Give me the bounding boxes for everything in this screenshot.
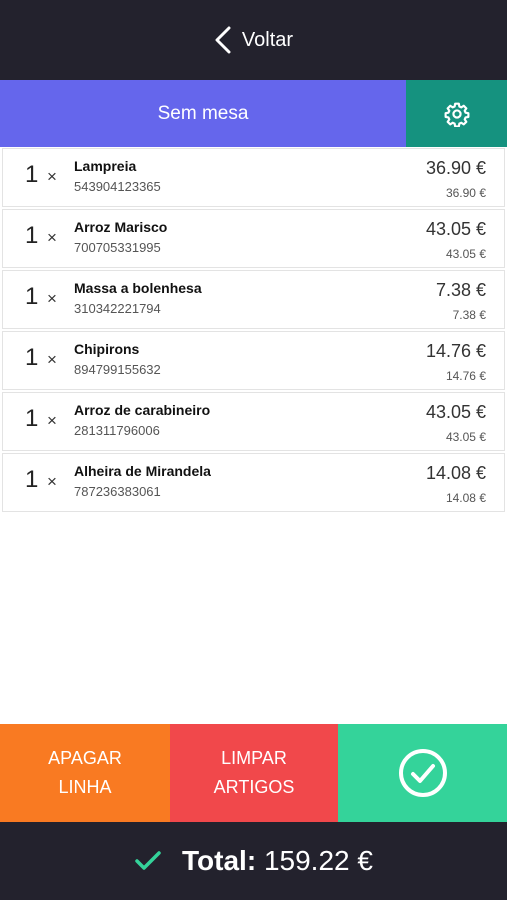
order-items-list: 1 × Lampreia 543904123365 36.90 € 36.90 € 1 × Ar… bbox=[0, 147, 507, 512]
times-symbol: × bbox=[47, 228, 57, 247]
item-name: Alheira de Mirandela bbox=[74, 463, 211, 479]
item-unit-price: 14.76 € bbox=[445, 369, 486, 383]
table-row[interactable]: 1 × Lampreia 543904123365 36.90 € 36.90 € bbox=[2, 148, 505, 207]
item-code: 700705331995 bbox=[74, 240, 161, 255]
times-symbol: × bbox=[47, 472, 57, 491]
delete-line-label-2: LINHA bbox=[58, 777, 112, 797]
item-quantity: 1 bbox=[25, 283, 39, 310]
table-bar: Sem mesa bbox=[0, 80, 507, 147]
item-price: 14.76 € bbox=[425, 341, 486, 361]
item-unit-price: 43.05 € bbox=[445, 430, 486, 444]
item-price: 43.05 € bbox=[425, 219, 486, 239]
item-unit-price: 14.08 € bbox=[445, 491, 486, 505]
item-name: Massa a bolenhesa bbox=[74, 280, 202, 296]
item-name: Lampreia bbox=[74, 158, 137, 174]
table-row[interactable]: 1 × Chipirons 894799155632 14.76 € 14.76 € bbox=[2, 331, 505, 390]
item-unit-price: 7.38 € bbox=[452, 308, 486, 322]
clear-items-button[interactable]: LIMPAR ARTIGOS bbox=[170, 724, 338, 822]
item-name: Arroz Marisco bbox=[74, 219, 168, 235]
back-label: Voltar bbox=[241, 28, 294, 51]
check-icon bbox=[135, 851, 161, 870]
item-price: 14.08 € bbox=[425, 463, 486, 483]
times-symbol: × bbox=[47, 289, 57, 308]
back-button[interactable]: Voltar bbox=[214, 26, 293, 54]
clear-items-label-1: LIMPAR bbox=[221, 748, 287, 768]
item-code: 543904123365 bbox=[74, 179, 161, 194]
table-select-button[interactable]: Sem mesa bbox=[0, 80, 406, 147]
item-quantity: 1 bbox=[25, 405, 39, 432]
item-code: 281311796006 bbox=[74, 423, 160, 438]
item-unit-price: 36.90 € bbox=[445, 186, 486, 200]
item-code: 787236383061 bbox=[74, 484, 161, 499]
item-unit-price: 43.05 € bbox=[445, 247, 486, 261]
delete-line-button[interactable]: APAGAR LINHA bbox=[0, 724, 170, 822]
clear-items-label-2: ARTIGOS bbox=[213, 777, 295, 797]
item-quantity: 1 bbox=[25, 466, 39, 493]
table-label: Sem mesa bbox=[157, 102, 249, 124]
item-code: 894799155632 bbox=[74, 362, 161, 377]
item-name: Arroz de carabineiro bbox=[74, 402, 211, 418]
times-symbol: × bbox=[47, 167, 57, 186]
total-value: 159.22 € bbox=[263, 845, 373, 876]
item-quantity: 1 bbox=[25, 222, 39, 249]
chevron-left-icon bbox=[215, 26, 231, 54]
check-circle-icon bbox=[398, 749, 447, 797]
total-label: Total: bbox=[182, 845, 257, 876]
item-price: 43.05 € bbox=[425, 402, 486, 422]
item-quantity: 1 bbox=[25, 161, 39, 188]
table-row[interactable]: 1 × Arroz Marisco 700705331995 43.05 € 43.05 … bbox=[2, 209, 505, 268]
item-code: 310342221794 bbox=[74, 301, 161, 316]
item-quantity: 1 bbox=[25, 344, 39, 371]
delete-line-label-1: APAGAR bbox=[48, 748, 122, 768]
top-bar: Voltar bbox=[0, 0, 507, 80]
settings-button[interactable] bbox=[406, 80, 507, 147]
total-footer: Total: 159.22 € bbox=[0, 822, 507, 900]
table-row[interactable]: 1 × Massa a bolenhesa 310342221794 7.38 € 7.3… bbox=[2, 270, 505, 329]
times-symbol: × bbox=[47, 411, 57, 430]
action-bar: APAGAR LINHA LIMPAR ARTIGOS bbox=[0, 724, 507, 822]
item-price: 36.90 € bbox=[425, 158, 486, 178]
table-row[interactable]: 1 × Alheira de Mirandela 787236383061 14.08 … bbox=[2, 453, 505, 512]
gear-icon bbox=[444, 102, 469, 127]
table-row[interactable]: 1 × Arroz de carabineiro 281311796006 43.05 … bbox=[2, 392, 505, 451]
total-text: Total: 159.22 € bbox=[182, 845, 373, 877]
times-symbol: × bbox=[47, 350, 57, 369]
confirm-button[interactable] bbox=[338, 724, 507, 822]
item-price: 7.38 € bbox=[435, 280, 486, 300]
item-name: Chipirons bbox=[74, 341, 140, 357]
